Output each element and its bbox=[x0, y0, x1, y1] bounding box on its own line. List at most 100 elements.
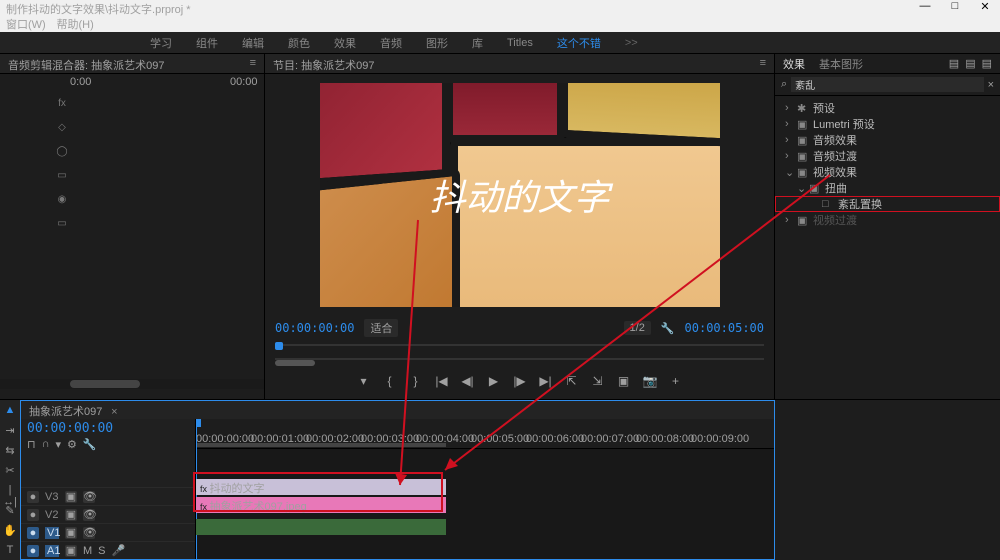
mute-icon[interactable]: ◉ bbox=[55, 194, 69, 208]
fx-icon[interactable]: fx bbox=[55, 98, 69, 112]
type-tool-icon[interactable]: T bbox=[2, 544, 18, 560]
mixer-icon-column: fx ◇ ◯ ▭ ◉ ▭ bbox=[55, 92, 69, 399]
mark-out-icon[interactable]: } bbox=[409, 374, 423, 388]
ws-learn[interactable]: 学习 bbox=[150, 35, 172, 51]
menu-help[interactable]: 帮助(H) bbox=[57, 19, 94, 31]
track-output-toggle[interactable]: ▣ bbox=[65, 509, 77, 521]
timecode-in[interactable]: 00:00:00:00 bbox=[275, 321, 354, 335]
pan-icon[interactable]: ◯ bbox=[55, 146, 69, 160]
lift-icon[interactable]: ⇱ bbox=[565, 374, 579, 388]
effects-tree: ›✱预设 ›▣Lumetri 预设 ›▣音频效果 ›▣音频过渡 ⌄▣视频效果 ⌄… bbox=[775, 96, 1000, 399]
hand-tool-icon[interactable]: ✋ bbox=[2, 524, 18, 540]
track-select-tool-icon[interactable]: ⇥ bbox=[2, 424, 18, 440]
camera-icon[interactable]: 📷 bbox=[643, 374, 657, 388]
timeline-timecode[interactable]: 00:00:00:00 bbox=[27, 421, 189, 436]
monitor-zoom-bar[interactable] bbox=[275, 354, 764, 368]
ruler-tick: 00:00 bbox=[230, 76, 258, 88]
track-output-toggle[interactable]: ▣ bbox=[65, 545, 77, 557]
export-frame-icon[interactable]: ▣ bbox=[617, 374, 631, 388]
mic-icon[interactable]: 🎤 bbox=[112, 544, 126, 557]
audio-mixer-tab[interactable]: 音频剪辑混合器: 抽象派艺术097 ≡ bbox=[0, 54, 264, 74]
slip-tool-icon[interactable]: |↔| bbox=[2, 484, 18, 500]
panel-menu-icon[interactable]: ≡ bbox=[250, 57, 256, 69]
ws-effects[interactable]: 效果 bbox=[334, 35, 356, 51]
tree-turbulent-displace[interactable]: □紊乱置换 bbox=[775, 196, 1000, 212]
tab-effects[interactable]: 效果 bbox=[783, 56, 805, 72]
track-a1[interactable]: ●A1▣MS🎤 bbox=[21, 541, 195, 559]
fit-dropdown[interactable]: 适合 bbox=[364, 319, 398, 337]
pen-tool-icon[interactable]: ✎ bbox=[2, 504, 18, 520]
preset-icon[interactable]: ▤ bbox=[965, 57, 975, 70]
search-input[interactable] bbox=[791, 77, 983, 92]
mark-in-icon[interactable]: { bbox=[383, 374, 397, 388]
preset-icon[interactable]: ▤ bbox=[982, 57, 992, 70]
ws-assembly[interactable]: 组件 bbox=[196, 35, 218, 51]
minimize-button[interactable]: — bbox=[910, 0, 940, 16]
panel-menu-icon[interactable]: ≡ bbox=[760, 57, 766, 69]
monitor-scrubber[interactable] bbox=[275, 340, 764, 354]
mixer-scrollbar[interactable] bbox=[0, 379, 264, 389]
mute-icon[interactable]: M bbox=[83, 545, 92, 557]
clip-audio[interactable] bbox=[196, 519, 446, 535]
tree-audio-fx[interactable]: ›▣音频效果 bbox=[775, 132, 1000, 148]
tree-presets[interactable]: ›✱预设 bbox=[775, 100, 1000, 116]
tree-video-tr[interactable]: ›▣视频过渡 bbox=[775, 212, 1000, 228]
program-monitor[interactable]: 抖动的文字 bbox=[265, 74, 774, 316]
preset-icon[interactable]: ▤ bbox=[949, 57, 959, 70]
track-toggle[interactable]: ● bbox=[27, 509, 39, 521]
clear-search-icon[interactable]: × bbox=[988, 79, 994, 91]
track-v1[interactable]: ●V1▣👁 bbox=[21, 523, 195, 541]
solo-icon[interactable]: S bbox=[98, 545, 105, 557]
tab-graphics[interactable]: 基本图形 bbox=[819, 56, 863, 72]
playhead-icon[interactable] bbox=[275, 342, 283, 350]
go-out-icon[interactable]: ▶| bbox=[539, 374, 553, 388]
settings-icon[interactable]: 🔧 bbox=[661, 322, 675, 335]
maximize-button[interactable]: □ bbox=[940, 0, 970, 16]
close-button[interactable]: ✕ bbox=[970, 0, 1000, 16]
extract-icon[interactable]: ⇲ bbox=[591, 374, 605, 388]
track-output-toggle[interactable]: ▣ bbox=[65, 491, 77, 503]
volume-icon[interactable]: ▭ bbox=[55, 170, 69, 184]
eye-icon[interactable]: 👁 bbox=[83, 509, 95, 521]
track-v2[interactable]: ●V2▣👁 bbox=[21, 505, 195, 523]
step-back-icon[interactable]: ◀| bbox=[461, 374, 475, 388]
ws-audio[interactable]: 音频 bbox=[380, 35, 402, 51]
tree-lumetri[interactable]: ›▣Lumetri 预设 bbox=[775, 116, 1000, 132]
button-editor-icon[interactable]: + bbox=[669, 374, 683, 388]
razor-tool-icon[interactable]: ✂ bbox=[2, 464, 18, 480]
zoom-dropdown[interactable]: 1/2 bbox=[624, 321, 651, 335]
ws-custom[interactable]: 这个不错 bbox=[557, 35, 601, 51]
track-output-toggle[interactable]: ▣ bbox=[65, 527, 77, 539]
program-tab[interactable]: 节目: 抽象派艺术097 ≡ bbox=[265, 54, 774, 74]
timeline-ruler[interactable]: 00:00:00:00 00:00:01:00 00:00:02:00 00:0… bbox=[196, 419, 774, 449]
ws-graphics[interactable]: 图形 bbox=[426, 35, 448, 51]
timeline-tab[interactable]: 抽象派艺术097 × bbox=[21, 401, 774, 419]
ws-color[interactable]: 颜色 bbox=[288, 35, 310, 51]
ws-library[interactable]: 库 bbox=[472, 35, 483, 51]
solo-icon[interactable]: ▭ bbox=[55, 218, 69, 232]
track-toggle[interactable]: ● bbox=[27, 527, 39, 539]
track-toggle[interactable]: ● bbox=[27, 491, 39, 503]
track-v3[interactable]: ●V3▣👁 bbox=[21, 487, 195, 505]
tree-distort[interactable]: ⌄▣扭曲 bbox=[775, 180, 1000, 196]
add-marker-icon[interactable]: ▾ bbox=[357, 374, 371, 388]
tree-video-fx[interactable]: ⌄▣视频效果 bbox=[775, 164, 1000, 180]
selection-tool-icon[interactable]: ▲ bbox=[2, 404, 18, 420]
eye-icon[interactable]: 👁 bbox=[83, 491, 95, 503]
step-fwd-icon[interactable]: |▶ bbox=[513, 374, 527, 388]
ripple-tool-icon[interactable]: ⇆ bbox=[2, 444, 18, 460]
eye-icon[interactable]: 👁 bbox=[83, 527, 95, 539]
mixer-ruler: 0:00 00:00 bbox=[0, 74, 264, 92]
close-tab-icon[interactable]: × bbox=[111, 406, 117, 418]
ws-titles[interactable]: Titles bbox=[507, 37, 533, 49]
ws-overflow-icon[interactable]: >> bbox=[625, 37, 638, 49]
go-in-icon[interactable]: |◀ bbox=[435, 374, 449, 388]
menu-window[interactable]: 窗口(W) bbox=[6, 19, 46, 31]
play-icon[interactable]: ▶ bbox=[487, 374, 501, 388]
project-title: 制作抖动的文字效果\抖动文字.prproj * bbox=[6, 4, 191, 16]
ws-editing[interactable]: 编辑 bbox=[242, 35, 264, 51]
track-toggle[interactable]: ● bbox=[27, 545, 39, 557]
keyframe-icon[interactable]: ◇ bbox=[55, 122, 69, 136]
tree-audio-tr[interactable]: ›▣音频过渡 bbox=[775, 148, 1000, 164]
title-overlay: 抖动的文字 bbox=[429, 169, 609, 221]
